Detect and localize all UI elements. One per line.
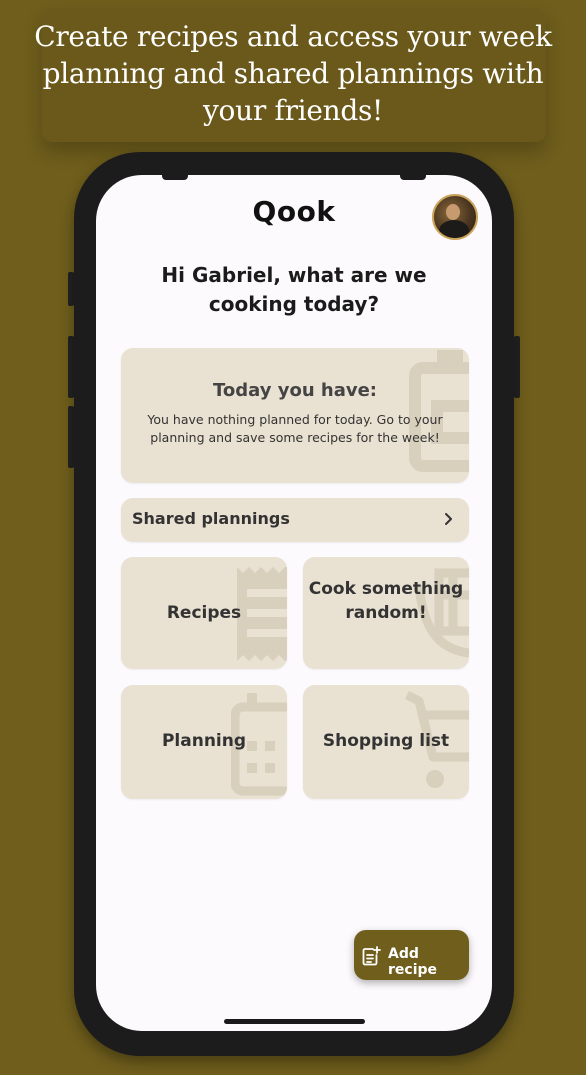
notch-right <box>400 175 426 180</box>
today-message: You have nothing planned for today. Go t… <box>147 412 443 445</box>
planning-tile[interactable]: Planning <box>121 685 287 799</box>
add-recipe-label: Add recipe <box>388 946 438 978</box>
avatar-body <box>439 220 469 238</box>
app-screen: Qook Hi Gabriel, what are we cooking tod… <box>96 175 492 1031</box>
note-add-icon <box>362 946 381 966</box>
cook-random-label: Cook something random! <box>308 579 464 623</box>
shopping-list-tile[interactable]: Shopping list <box>303 685 469 799</box>
today-title: Today you have: <box>212 380 377 401</box>
notch-left <box>162 175 188 180</box>
shared-plannings-button[interactable]: Shared plannings <box>121 498 469 542</box>
recipes-label: Recipes <box>166 603 242 623</box>
add-recipe-button[interactable]: Add recipe <box>354 930 469 980</box>
avatar[interactable] <box>432 194 478 240</box>
avatar-face <box>446 204 460 220</box>
banner-headline: Create recipes and access your week plan… <box>34 20 552 127</box>
today-card[interactable]: Today you have: You have nothing planned… <box>121 348 469 483</box>
greeting: Hi Gabriel, what are we cooking today? <box>161 263 427 316</box>
recipes-tile[interactable]: Recipes <box>121 557 287 669</box>
cook-random-tile[interactable]: Cook something random! <box>303 557 469 669</box>
phone-power-button <box>514 336 520 398</box>
planning-label: Planning <box>161 731 247 751</box>
shopping-list-label: Shopping list <box>322 731 450 751</box>
shared-plannings-label: Shared plannings <box>132 509 290 528</box>
home-indicator <box>224 1019 365 1024</box>
chevron-right-icon <box>445 513 452 525</box>
